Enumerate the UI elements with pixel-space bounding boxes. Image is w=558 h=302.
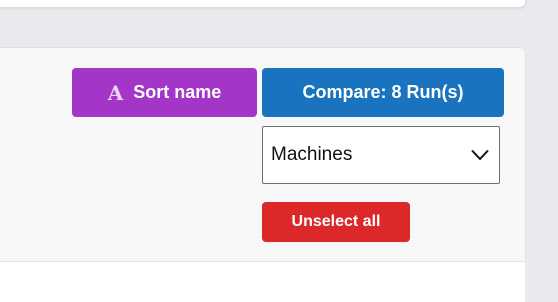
compare-runs-label: Compare: 8 Run(s)	[302, 82, 464, 102]
unselect-all-button[interactable]: Unselect all	[262, 202, 410, 242]
chevron-down-icon	[471, 150, 489, 160]
group-by-select[interactable]: Machines	[262, 126, 500, 184]
group-by-select-value: Machines	[271, 144, 353, 165]
top-card	[0, 0, 526, 8]
sort-alpha-icon: A	[107, 80, 124, 105]
compare-runs-button[interactable]: Compare: 8 Run(s)	[262, 68, 504, 117]
runs-list-area	[0, 261, 525, 302]
sort-name-label: Sort name	[133, 82, 222, 102]
sort-name-button[interactable]: A Sort name	[72, 68, 257, 117]
unselect-all-label: Unselect all	[291, 213, 381, 230]
